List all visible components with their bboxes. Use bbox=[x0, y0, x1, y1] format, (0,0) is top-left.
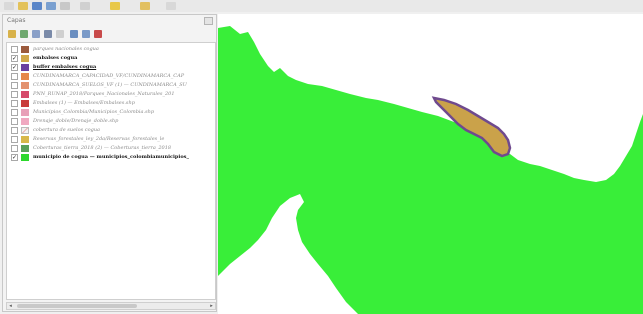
layer-symbol-swatch bbox=[21, 154, 29, 161]
new-project-icon[interactable] bbox=[4, 2, 14, 10]
manage-map-themes-icon[interactable] bbox=[32, 30, 40, 38]
layer-item[interactable]: Coberturas_tierra_2018 (2) — Coberturas_… bbox=[7, 145, 215, 153]
layer-item[interactable]: ✓ embalses cogua bbox=[7, 55, 215, 63]
zoom-out-icon[interactable] bbox=[80, 2, 90, 10]
scrollbar-thumb[interactable] bbox=[17, 304, 137, 308]
municipality-polygon[interactable] bbox=[218, 26, 643, 314]
pan-map-icon[interactable] bbox=[46, 2, 56, 10]
layer-label: buffer embalses cogua bbox=[33, 64, 97, 70]
open-layer-styling-icon[interactable] bbox=[8, 30, 16, 38]
layer-checkbox[interactable] bbox=[11, 91, 18, 98]
layer-label: parques nacionales cogua bbox=[33, 46, 99, 52]
filter-legend-icon[interactable] bbox=[44, 30, 52, 38]
layer-symbol-swatch bbox=[21, 73, 29, 80]
layers-panel-toolbar bbox=[6, 29, 213, 41]
map-canvas[interactable] bbox=[218, 14, 643, 314]
open-project-icon[interactable] bbox=[18, 2, 28, 10]
layer-label: cobertura de suelos cogua bbox=[33, 127, 101, 133]
layer-checkbox[interactable]: ✓ bbox=[11, 154, 18, 161]
layer-item[interactable]: PNN_RUNAP_2018/Parques_Nacionales_Natura… bbox=[7, 91, 215, 99]
main-toolbar bbox=[0, 0, 643, 12]
scroll-right-icon[interactable]: ▸ bbox=[208, 303, 215, 309]
layer-checkbox[interactable] bbox=[11, 145, 18, 152]
layer-checkbox[interactable] bbox=[11, 73, 18, 80]
collapse-all-icon[interactable] bbox=[82, 30, 90, 38]
layer-item[interactable]: Municipios_Colombia/Municipios_Colombia.… bbox=[7, 109, 215, 117]
layer-checkbox[interactable] bbox=[11, 118, 18, 125]
layer-checkbox[interactable]: ✓ bbox=[11, 64, 18, 71]
layer-checkbox[interactable] bbox=[11, 100, 18, 107]
layer-label: CUNDINAMARCA_CAPACIDAD_VF/CUNDINAMARCA_C… bbox=[33, 73, 185, 79]
layer-label: Drenaje_doble/Drenaje_doble.shp bbox=[33, 118, 119, 124]
remove-layer-icon[interactable] bbox=[94, 30, 102, 38]
layer-symbol-swatch bbox=[21, 55, 29, 62]
layer-item[interactable]: cobertura de suelos cogua bbox=[7, 127, 215, 135]
layer-checkbox[interactable] bbox=[11, 82, 18, 89]
save-project-icon[interactable] bbox=[32, 2, 42, 10]
expand-all-icon[interactable] bbox=[70, 30, 78, 38]
zoom-in-icon[interactable] bbox=[60, 2, 70, 10]
layer-item[interactable]: CUNDINAMARCA_CAPACIDAD_VF/CUNDINAMARCA_C… bbox=[7, 73, 215, 81]
raster-layer-icon bbox=[21, 127, 29, 134]
layer-symbol-swatch bbox=[21, 46, 29, 53]
layer-item[interactable]: Reservas_forestales_ley_2da/Reservas_for… bbox=[7, 136, 215, 144]
select-icon[interactable] bbox=[140, 2, 150, 10]
layer-tree[interactable]: parques nacionales cogua ✓ embalses cogu… bbox=[6, 42, 216, 300]
layer-symbol-swatch bbox=[21, 100, 29, 107]
layer-symbol-swatch bbox=[21, 109, 29, 116]
layers-panel: Capas parques nacionales cogua ✓ embalse… bbox=[2, 14, 217, 312]
layer-symbol-swatch bbox=[21, 91, 29, 98]
layer-symbol-swatch bbox=[21, 145, 29, 152]
layer-label: PNN_RUNAP_2018/Parques_Nacionales_Natura… bbox=[33, 91, 175, 97]
layer-item[interactable]: ✓ municipio de cogua — municipios_colomb… bbox=[7, 154, 215, 162]
layer-item[interactable]: Drenaje_doble/Drenaje_doble.shp bbox=[7, 118, 215, 126]
layer-label: Municipios_Colombia/Municipios_Colombia.… bbox=[33, 109, 155, 115]
layer-checkbox[interactable] bbox=[11, 109, 18, 116]
layer-checkbox[interactable] bbox=[11, 127, 18, 134]
layer-label: Coberturas_tierra_2018 (2) — Coberturas_… bbox=[33, 145, 172, 151]
layer-item[interactable]: CUNDINAMARCA_SUELOS_VF (1) — CUNDINAMARC… bbox=[7, 82, 215, 90]
layer-item-selected[interactable]: ✓ buffer embalses cogua bbox=[7, 64, 215, 72]
add-group-icon[interactable] bbox=[20, 30, 28, 38]
layer-label: Reservas_forestales_ley_2da/Reservas_for… bbox=[33, 136, 165, 142]
layer-checkbox[interactable]: ✓ bbox=[11, 55, 18, 62]
layer-symbol-swatch bbox=[21, 118, 29, 125]
layer-checkbox[interactable] bbox=[11, 46, 18, 53]
layer-symbol-swatch bbox=[21, 82, 29, 89]
panel-title: Capas bbox=[7, 17, 26, 24]
expression-filter-icon[interactable] bbox=[56, 30, 64, 38]
layer-label: municipio de cogua — municipios_colombia… bbox=[33, 154, 189, 160]
measure-icon[interactable] bbox=[166, 2, 176, 10]
scroll-left-icon[interactable]: ◂ bbox=[7, 303, 14, 309]
layer-checkbox[interactable] bbox=[11, 136, 18, 143]
panel-close-button[interactable] bbox=[204, 17, 213, 25]
layer-symbol-swatch bbox=[21, 64, 29, 71]
layer-tree-horizontal-scrollbar[interactable]: ◂ ▸ bbox=[6, 302, 216, 310]
layer-item[interactable]: Embalses (1) — Embalses/Embalses.shp bbox=[7, 100, 215, 108]
layer-label: Embalses (1) — Embalses/Embalses.shp bbox=[33, 100, 135, 106]
layer-symbol-swatch bbox=[21, 136, 29, 143]
identify-icon[interactable] bbox=[110, 2, 120, 10]
layer-item[interactable]: parques nacionales cogua bbox=[7, 46, 215, 54]
layer-label: embalses cogua bbox=[33, 55, 78, 61]
layer-label: CUNDINAMARCA_SUELOS_VF (1) — CUNDINAMARC… bbox=[33, 82, 187, 88]
